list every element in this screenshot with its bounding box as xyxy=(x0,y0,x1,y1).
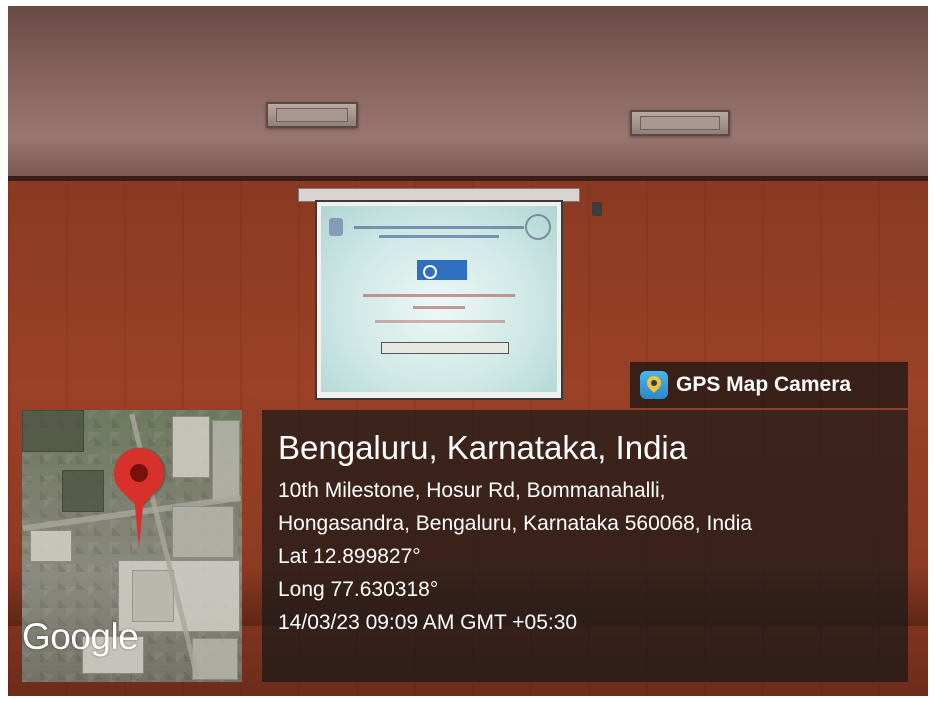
slide-logo xyxy=(417,260,467,280)
location-title: Bengaluru, Karnataka, India xyxy=(278,429,688,466)
address-line-1: 10th Milestone, Hosur Rd, Bommanahalli, xyxy=(278,479,666,502)
pin-tail xyxy=(134,496,144,548)
map-thumbnail: Google xyxy=(22,410,242,682)
ceiling-light xyxy=(630,110,730,136)
longitude-label: Long 77.630318° xyxy=(278,578,439,601)
ceiling xyxy=(8,6,928,181)
pin-center-dot xyxy=(130,464,148,482)
slide-header xyxy=(347,216,531,248)
app-name-label: GPS Map Camera xyxy=(676,373,852,396)
college-emblem-icon xyxy=(329,218,343,236)
wall-socket xyxy=(592,202,602,216)
gps-map-camera-icon xyxy=(640,371,668,399)
projected-slide xyxy=(321,206,557,392)
timestamp-label: 14/03/23 09:09 AM GMT +05:30 xyxy=(278,611,578,634)
address-line-2: Hongasandra, Bengaluru, Karnataka 560068… xyxy=(278,512,753,535)
google-watermark: Google xyxy=(22,616,139,657)
gps-map-camera-badge: GPS Map Camera xyxy=(630,362,908,408)
projector-screen xyxy=(315,200,563,400)
location-info-panel: Bengaluru, Karnataka, India 10th Milesto… xyxy=(262,410,908,682)
slide-footer-box xyxy=(381,342,509,354)
latitude-label: Lat 12.899827° xyxy=(278,545,421,568)
ceiling-light xyxy=(266,102,358,128)
